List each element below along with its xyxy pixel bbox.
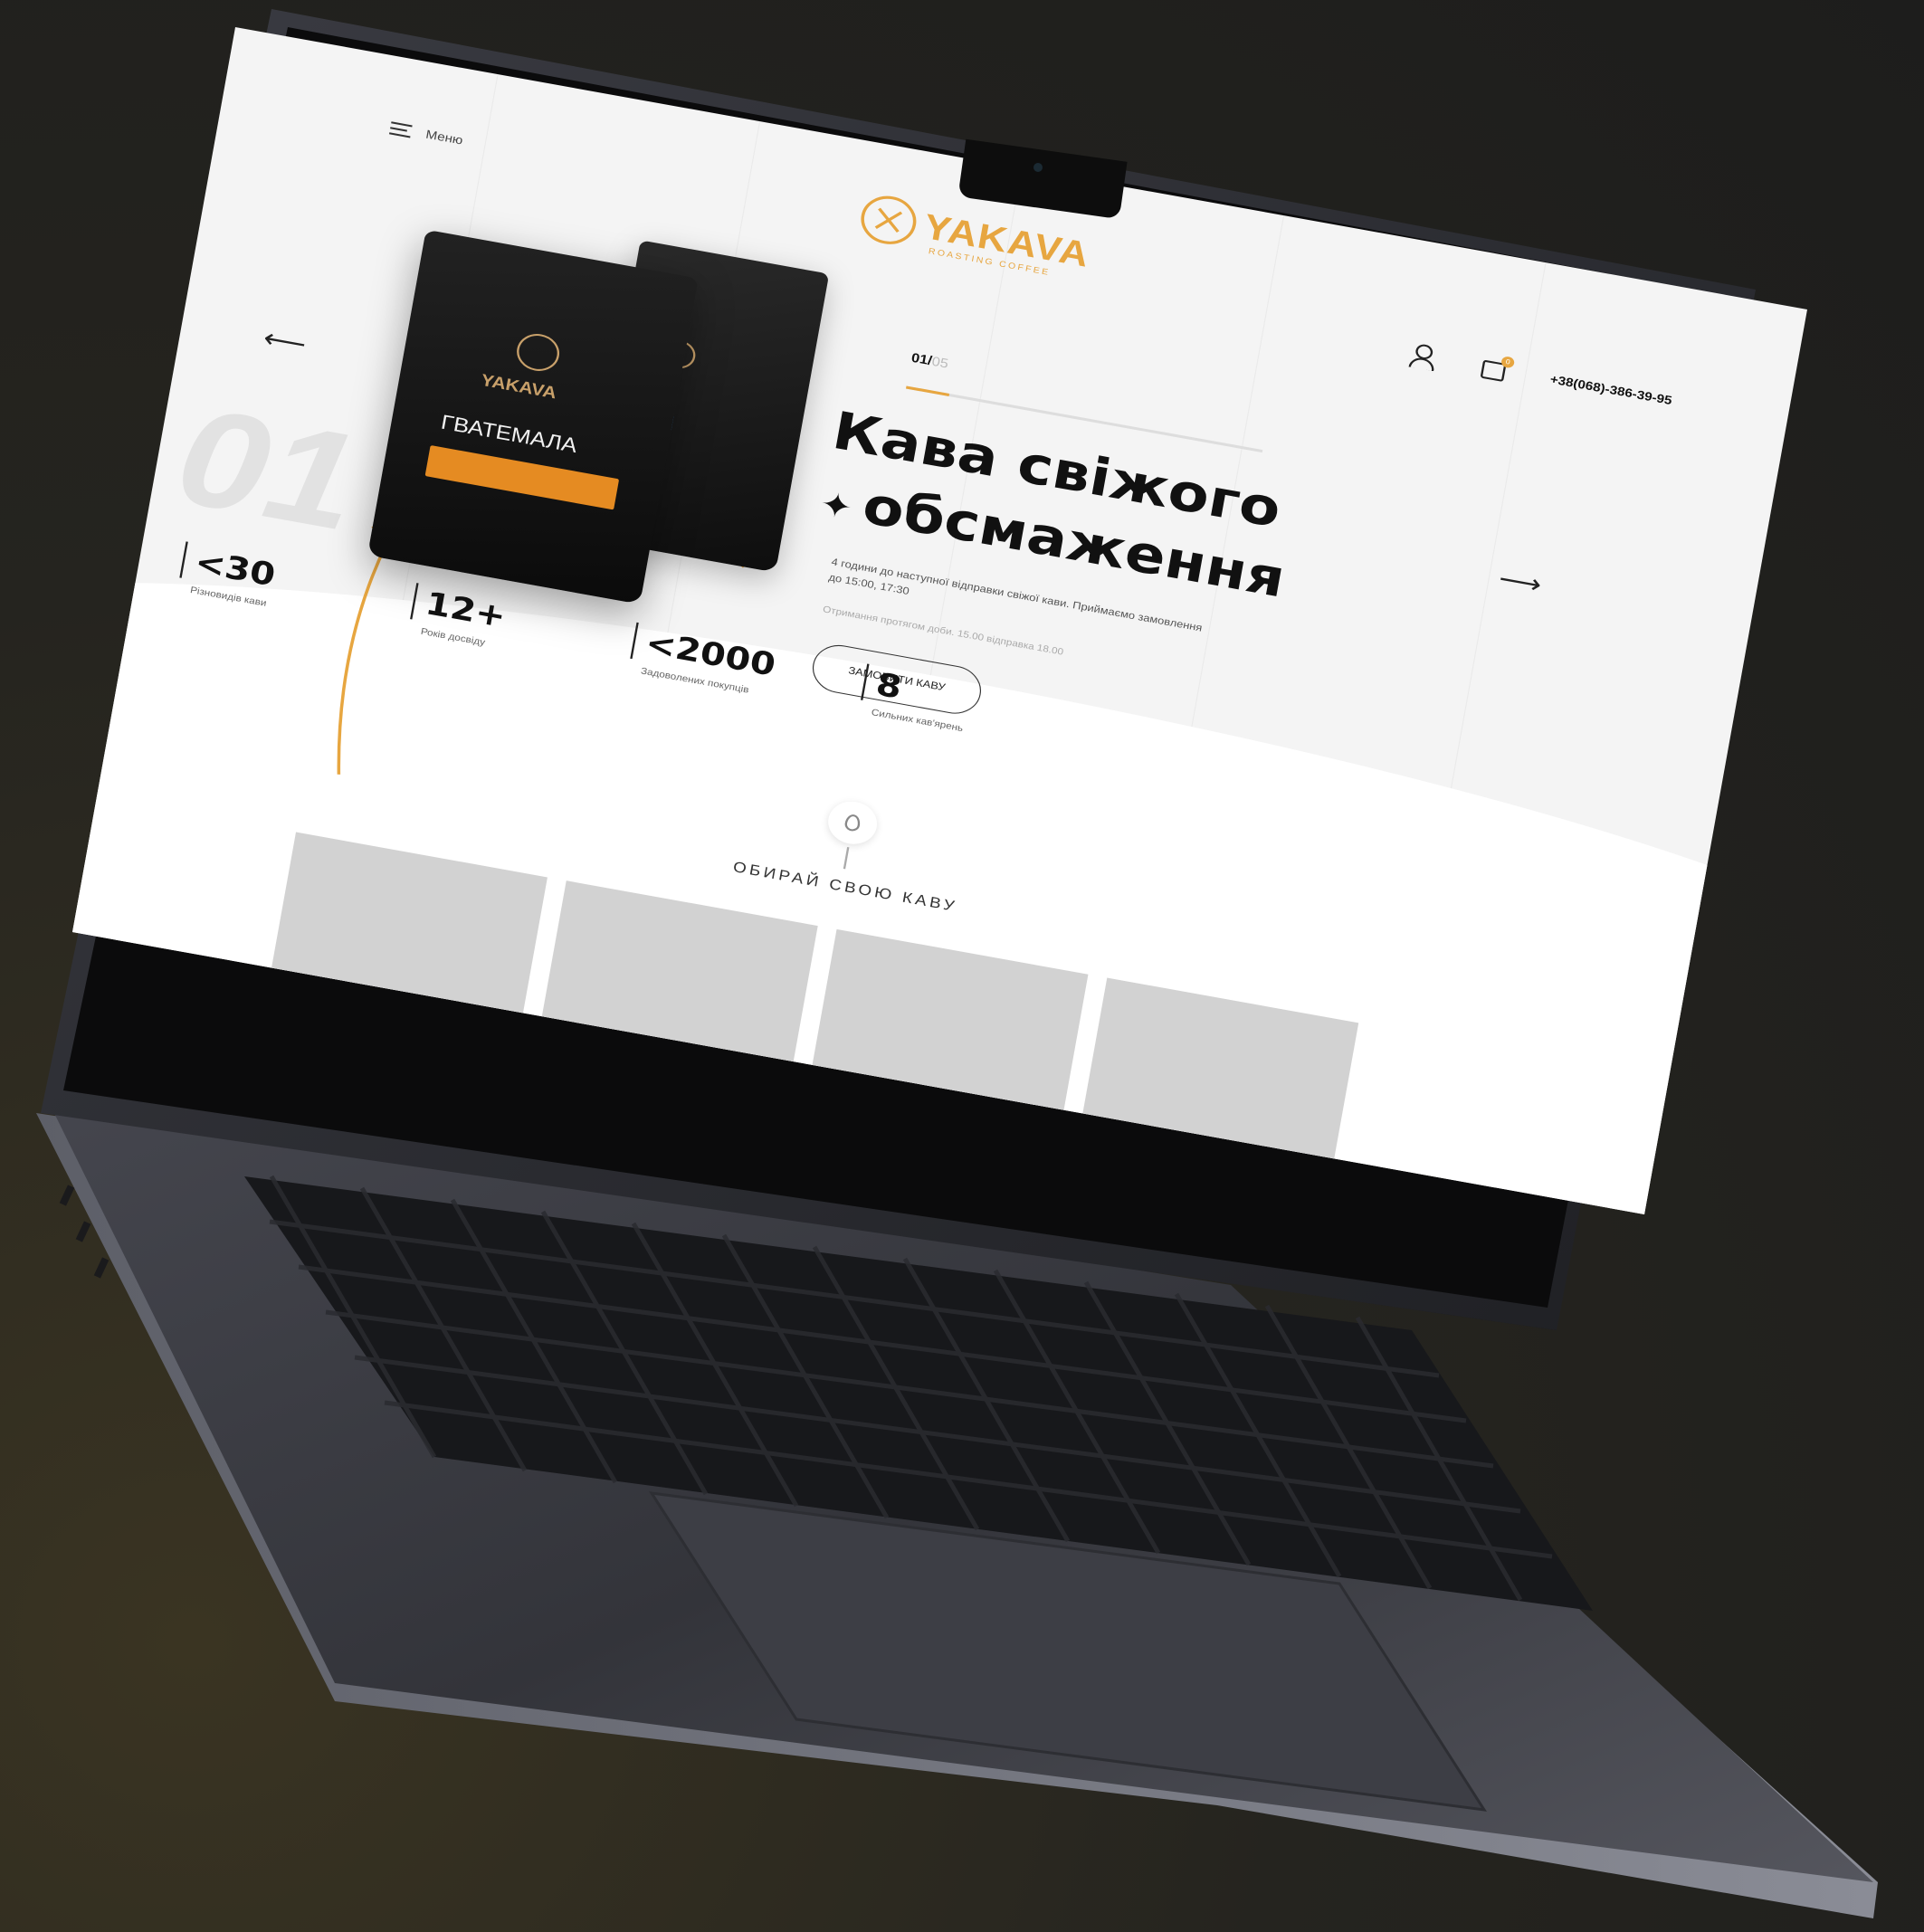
menu-label: Меню (424, 127, 464, 148)
slide-progress-fill (906, 385, 949, 396)
bag-info-strip (424, 445, 620, 510)
coffee-bean-icon (843, 813, 862, 833)
bag-logo-icon (513, 330, 563, 375)
coffee-bag-front: YAKAVA ГВАТЕМАЛА (367, 229, 699, 604)
slide-total: 05 (930, 353, 950, 371)
side-port (75, 1221, 91, 1242)
arrow-left-icon[interactable]: ⟵ (262, 322, 309, 359)
header-actions: 0 +38(068)-386-39-95 (1405, 341, 1673, 412)
bag-brand: YAKAVA (479, 370, 558, 403)
logo-mark-icon (857, 191, 920, 249)
menu-button[interactable]: Меню (389, 120, 464, 148)
slide-counter: 01/05 (910, 349, 949, 370)
side-port (93, 1257, 110, 1279)
phone-number[interactable]: +38(068)-386-39-95 (1549, 371, 1673, 406)
camera-icon (1033, 163, 1043, 172)
side-port (59, 1185, 75, 1206)
slide-big-number: 01 (167, 376, 369, 560)
user-icon[interactable] (1405, 341, 1437, 369)
plus-icon: ✦ (816, 484, 856, 528)
cart-icon[interactable]: 0 (1477, 354, 1516, 382)
hamburger-icon (389, 120, 413, 138)
cart-badge: 0 (1500, 356, 1516, 369)
arrow-right-icon[interactable]: ⟶ (1497, 563, 1544, 600)
